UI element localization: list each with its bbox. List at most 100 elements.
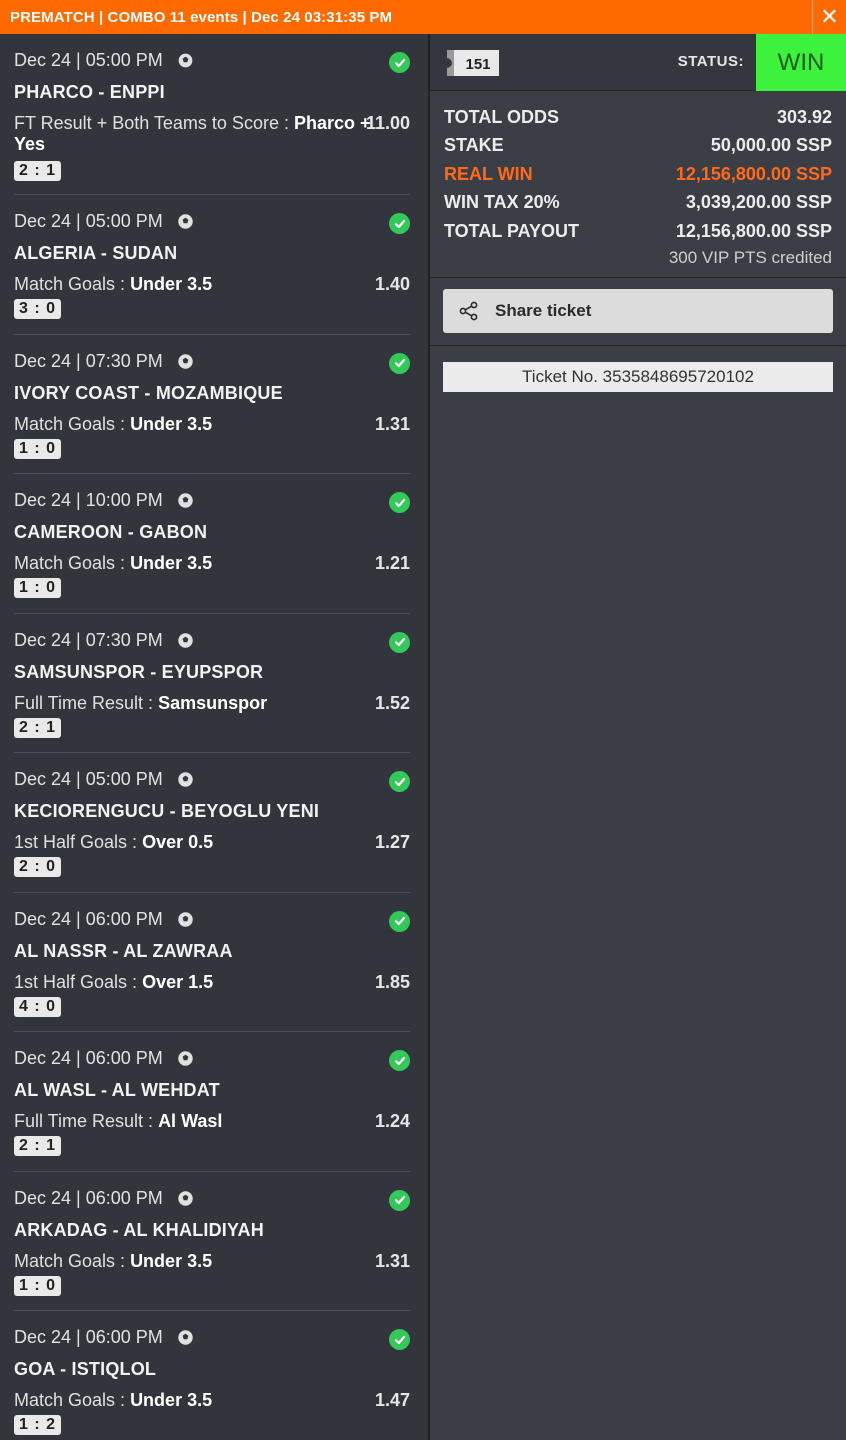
soccer-ball-icon — [178, 632, 193, 648]
soccer-ball-icon — [178, 353, 193, 369]
event-item: Dec 24 | 06:00 PM ARKADAG - AL KHALIDIYA… — [14, 1172, 410, 1311]
event-market: Full Time Result : Samsunspor — [14, 692, 268, 713]
event-market: FT Result + Both Teams to Score : Pharco… — [14, 113, 371, 154]
event-item: Dec 24 | 10:00 PM CAMEROON - GABON Match… — [14, 474, 410, 614]
event-score: 2 : 1 — [14, 717, 62, 738]
soccer-ball-icon — [177, 52, 193, 69]
event-market: Match Goals : Under 3.5 — [14, 413, 213, 434]
event-teams: AL NASSR - AL ZAWRAA — [14, 940, 233, 961]
event-teams: CAMEROON - GABON — [14, 522, 208, 542]
soccer-ball-icon — [178, 1051, 193, 1066]
event-date: Dec 24 | 07:30 PM — [14, 630, 194, 651]
events-list: Dec 24 | 05:00 PM PHARCO - ENPPI FT Resu… — [0, 34, 428, 1440]
soccer-ball-icon — [178, 772, 193, 787]
event-date: Dec 24 | 06:00 PM — [14, 1327, 194, 1348]
event-odds: 1.40 — [374, 274, 410, 294]
win-tax-row: WIN TAX 20% 3,039,200.00 SSP — [444, 192, 832, 213]
event-odds: 1.52 — [374, 692, 410, 713]
event-score: 3 : 0 — [14, 299, 62, 319]
ticket-summary: TOTAL ODDS 303.92 STAKE 50,000.00 SSP REAL… — [430, 91, 846, 278]
event-score: 1 : 0 — [14, 1275, 62, 1296]
event-teams: IVORY COAST - MOZAMBIQUE — [14, 382, 283, 403]
share-ticket-button[interactable]: Share ticket — [443, 289, 833, 333]
won-check-icon — [389, 52, 410, 73]
won-check-icon — [389, 631, 410, 653]
event-date: Dec 24 | 05:00 PM — [14, 769, 194, 790]
event-score: 1 : 0 — [14, 578, 62, 598]
event-date: Dec 24 | 06:00 PM — [14, 1188, 194, 1209]
won-check-icon — [389, 910, 410, 932]
event-item: Dec 24 | 05:00 PM ALGERIA - SUDAN Match … — [14, 195, 410, 335]
event-teams: KECIORENGUCU - BEYOGLU YENI — [14, 801, 320, 821]
event-date: Dec 24 | 06:00 PM — [14, 1048, 194, 1069]
event-score: 2 : 1 — [14, 1136, 62, 1156]
event-teams: ALGERIA - SUDAN — [14, 243, 178, 263]
event-teams: PHARCO - ENPPI — [14, 82, 165, 102]
event-item: Dec 24 | 06:00 PM AL NASSR - AL ZAWRAA 1… — [14, 893, 410, 1032]
event-score: 2 : 0 — [14, 857, 62, 877]
won-check-icon — [389, 352, 410, 374]
soccer-ball-icon — [178, 493, 193, 508]
event-odds: 1.47 — [374, 1390, 410, 1410]
event-teams: GOA - ISTIQLOL — [14, 1359, 157, 1379]
event-market: Match Goals : Under 3.5 — [14, 274, 213, 294]
event-item: Dec 24 | 05:00 PM KECIORENGUCU - BEYOGLU… — [14, 753, 410, 893]
total-payout-row: TOTAL PAYOUT 12,156,800.00 SSP — [444, 220, 832, 241]
stake-row: STAKE 50,000.00 SSP — [444, 135, 832, 156]
event-score: 4 : 0 — [14, 996, 62, 1017]
event-item: Dec 24 | 07:30 PM SAMSUNSPOR - EYUPSPOR … — [14, 614, 410, 753]
status-label: STATUS: — [677, 53, 744, 70]
ticket-header-title: PREMATCH | COMBO 11 events | Dec 24 03:3… — [10, 8, 393, 26]
event-market: Match Goals : Under 3.5 — [14, 553, 213, 573]
event-date: Dec 24 | 07:30 PM — [14, 351, 194, 372]
ticket-status-bar: 151 STATUS: WIN — [430, 34, 846, 91]
event-odds: 1.31 — [374, 1250, 410, 1271]
event-market: Match Goals : Under 3.5 — [14, 1250, 213, 1271]
won-check-icon — [389, 1189, 410, 1211]
event-odds: 1.21 — [374, 553, 410, 573]
top-bar: PREMATCH | COMBO 11 events | Dec 24 03:3… — [0, 0, 846, 34]
won-check-icon — [389, 213, 410, 234]
event-date: Dec 24 | 05:00 PM — [14, 50, 194, 71]
event-date: Dec 24 | 06:00 PM — [14, 909, 194, 930]
status-badge: WIN — [756, 34, 846, 91]
event-market: Match Goals : Under 3.5 — [14, 1390, 213, 1410]
event-market: Full Time Result : Al Wasl — [14, 1111, 223, 1131]
event-market: 1st Half Goals : Over 1.5 — [14, 971, 214, 992]
won-check-icon — [389, 492, 410, 513]
event-item: Dec 24 | 06:00 PM GOA - ISTIQLOL Match G… — [14, 1311, 410, 1440]
won-check-icon — [389, 1050, 410, 1071]
ticket-number: Ticket No. 3535848695720102 — [443, 362, 833, 392]
soccer-ball-icon — [178, 214, 193, 229]
ticket-badge-count: 151 — [465, 56, 490, 73]
event-teams: ARKADAG - AL KHALIDIYAH — [14, 1219, 264, 1240]
share-section: Share ticket — [430, 278, 846, 346]
event-item: Dec 24 | 05:00 PM PHARCO - ENPPI FT Resu… — [14, 34, 410, 195]
event-score: 2 : 1 — [14, 161, 62, 181]
close-icon[interactable]: ✕ — [812, 0, 846, 34]
vip-points-note: 300 VIP PTS credited — [668, 247, 832, 267]
ticket-panel: 151 STATUS: WIN TOTAL ODDS 303.92 STAKE 50… — [430, 34, 846, 1440]
soccer-ball-icon — [178, 911, 193, 927]
event-odds: 1.31 — [374, 413, 410, 434]
won-check-icon — [389, 771, 410, 792]
event-date: Dec 24 | 05:00 PM — [14, 211, 194, 232]
soccer-ball-icon — [178, 1190, 193, 1206]
event-odds: 1.85 — [374, 971, 410, 992]
event-item: Dec 24 | 06:00 PM AL WASL - AL WEHDAT Fu… — [14, 1032, 410, 1172]
won-check-icon — [389, 1329, 410, 1350]
share-icon — [459, 301, 478, 321]
event-teams: SAMSUNSPOR - EYUPSPOR — [14, 661, 264, 682]
event-date: Dec 24 | 10:00 PM — [14, 490, 194, 511]
real-win-row: REAL WIN 12,156,800.00 SSP — [444, 163, 832, 184]
event-odds: 1.24 — [374, 1111, 410, 1131]
event-teams: AL WASL - AL WEHDAT — [14, 1080, 220, 1100]
event-score: 1 : 0 — [14, 438, 62, 459]
soccer-ball-icon — [178, 1330, 193, 1345]
total-odds-row: TOTAL ODDS 303.92 — [444, 106, 832, 127]
ticket-icon: 151 — [444, 48, 500, 78]
event-item: Dec 24 | 07:30 PM IVORY COAST - MOZAMBIQ… — [14, 335, 410, 474]
share-ticket-label: Share ticket — [495, 301, 592, 320]
event-odds: 11.00 — [365, 113, 410, 133]
event-score: 1 : 2 — [14, 1415, 62, 1435]
